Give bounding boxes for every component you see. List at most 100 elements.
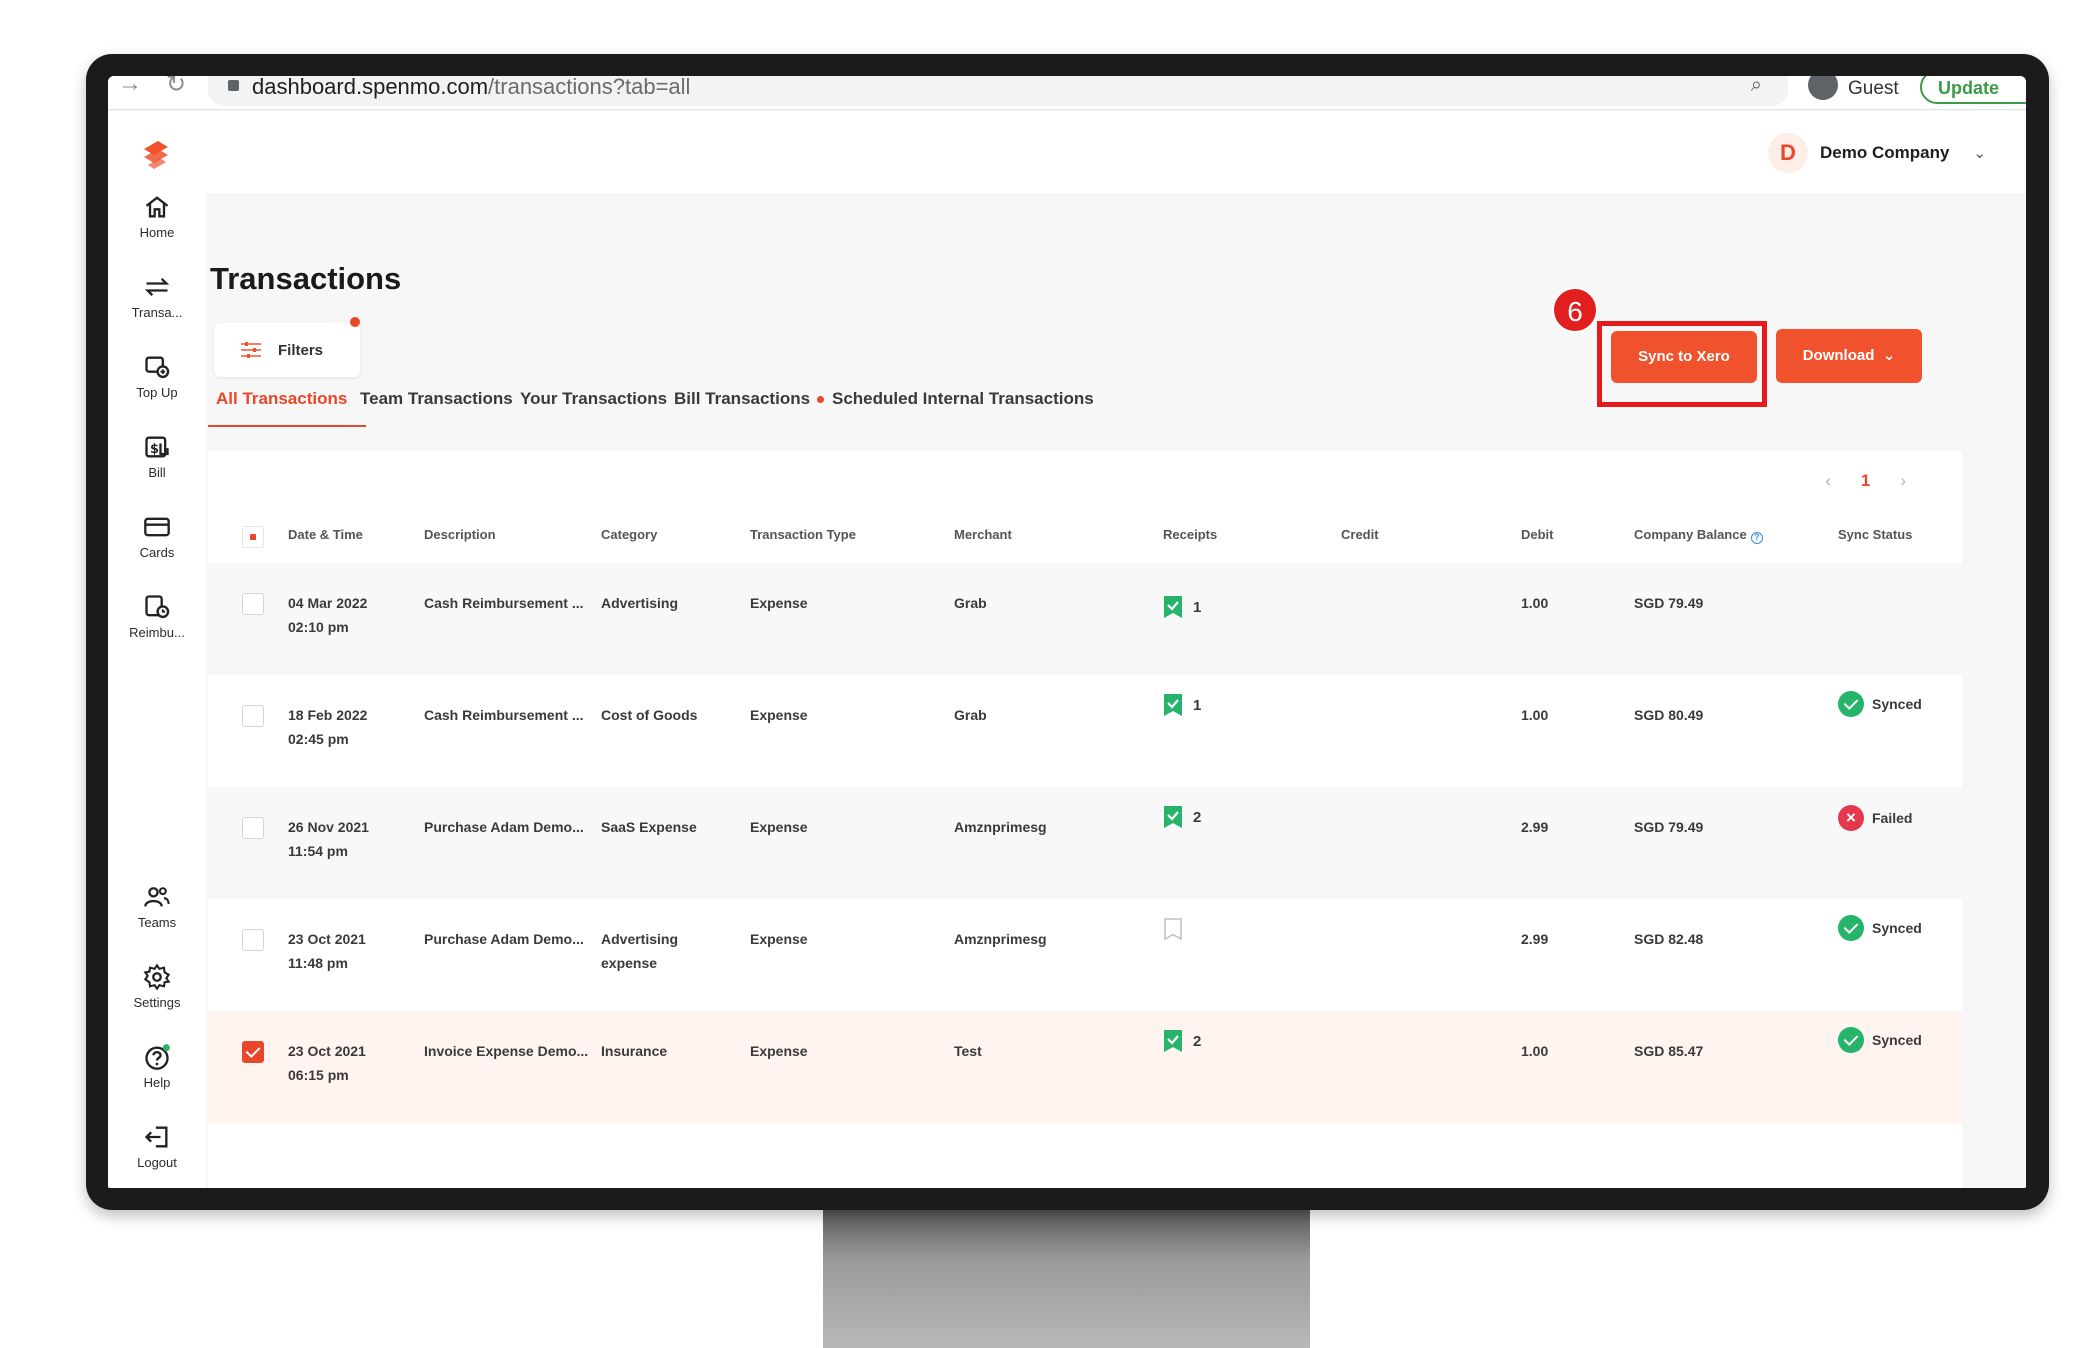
receipt-attached-icon — [1164, 694, 1182, 716]
chevron-down-icon: ⌄ — [1882, 347, 1896, 364]
sidebar-item-bill[interactable]: $ Bill — [108, 433, 206, 480]
address-bar[interactable]: dashboard.spenmo.com/transactions?tab=al… — [208, 76, 1788, 106]
download-button[interactable]: Download ⌄ — [1776, 329, 1922, 383]
column-header[interactable]: Credit — [1341, 527, 1379, 542]
lock-icon — [228, 80, 239, 91]
description-cell: Cash Reimbursement ... — [424, 707, 584, 723]
table-row[interactable]: 23 Oct 2021 06:15 pm Invoice Expense Demo… — [208, 1011, 1962, 1123]
sidebar-item-home[interactable]: Home — [108, 193, 206, 240]
row-checkbox[interactable] — [242, 929, 264, 951]
sidebar-item-settings[interactable]: Settings — [108, 963, 206, 1010]
home-icon — [145, 196, 169, 218]
tab-scheduled-internal-transactions[interactable]: Scheduled Internal Transactions — [832, 389, 1094, 409]
sidebar-item-transactions[interactable]: Transa... — [108, 273, 206, 320]
teams-icon — [144, 887, 170, 907]
row-checkbox[interactable] — [242, 705, 264, 727]
row-checkbox[interactable] — [242, 1041, 264, 1063]
company-name: Demo Company — [1820, 143, 1950, 162]
chevron-right-icon[interactable]: › — [1900, 471, 1906, 491]
column-header[interactable]: Company Balance? — [1634, 527, 1763, 544]
column-header[interactable]: Date & Time — [288, 527, 363, 542]
table-row[interactable]: 18 Feb 2022 02:45 pm Cash Reimbursement .… — [208, 675, 1962, 787]
table-row[interactable]: 23 Oct 2021 11:48 pm Purchase Adam Demo..… — [208, 899, 1962, 1011]
check-circle-icon — [1838, 1027, 1864, 1053]
column-header[interactable]: Sync Status — [1838, 527, 1912, 542]
update-button[interactable]: Update — [1920, 76, 2026, 104]
table-row[interactable]: 26 Nov 2021 11:54 pm Purchase Adam Demo..… — [208, 787, 1962, 899]
sync-status: Synced — [1838, 691, 1922, 717]
company-switcher[interactable]: D Demo Company ⌄ — [1768, 133, 1986, 173]
sidebar-item-label: Teams — [137, 915, 177, 930]
merchant-cell: Test — [954, 1043, 982, 1059]
receipts-cell[interactable]: 2 — [1163, 1029, 1201, 1053]
sidebar-item-teams[interactable]: Teams — [108, 883, 206, 930]
receipts-cell[interactable]: 1 — [1163, 693, 1201, 717]
svg-text:$: $ — [150, 442, 159, 457]
column-header[interactable]: Merchant — [954, 527, 1012, 542]
company-avatar: D — [1768, 133, 1808, 173]
tab-team-transactions[interactable]: Team Transactions — [360, 389, 513, 409]
sync-to-xero-button[interactable]: Sync to Xero — [1611, 331, 1757, 383]
tab-label: Bill Transactions — [674, 389, 811, 408]
tab-your-transactions[interactable]: Your Transactions — [520, 389, 667, 409]
profile-button[interactable]: Guest — [1808, 76, 1899, 104]
bill-icon: $ — [145, 436, 169, 458]
column-header[interactable]: Debit — [1521, 527, 1554, 542]
balance-cell: SGD 80.49 — [1634, 707, 1704, 723]
type-cell: Expense — [750, 819, 808, 835]
info-icon[interactable]: ? — [1750, 532, 1763, 544]
type-cell: Expense — [750, 595, 808, 611]
select-all-checkbox[interactable] — [242, 526, 264, 548]
description-cell: Cash Reimbursement ... — [424, 595, 584, 611]
column-header[interactable]: Transaction Type — [750, 527, 856, 542]
row-checkbox[interactable] — [242, 817, 264, 839]
help-icon — [145, 1044, 170, 1070]
sync-status: Synced — [1838, 915, 1922, 941]
sidebar-item-label: Cards — [139, 545, 175, 560]
sidebar-item-help[interactable]: Help — [108, 1043, 206, 1090]
sidebar-item-cards[interactable]: Cards — [108, 513, 206, 560]
tab-bill-transactions[interactable]: Bill Transactions — [674, 389, 825, 409]
sidebar-item-label: Top Up — [136, 385, 178, 400]
sidebar-item-logout[interactable]: Logout — [108, 1123, 206, 1170]
tab-all-transactions[interactable]: All Transactions — [216, 389, 347, 409]
filters-button[interactable]: Filters — [214, 317, 360, 377]
sidebar-item-label: Reimbu... — [129, 625, 185, 640]
forward-arrow-icon[interactable]: → — [118, 76, 142, 98]
receipts-cell[interactable]: 2 — [1163, 805, 1201, 829]
spenmo-logo-icon[interactable] — [136, 135, 176, 175]
type-cell: Expense — [750, 707, 808, 723]
column-header[interactable]: Receipts — [1163, 527, 1217, 542]
category-cell: Cost of Goods — [601, 707, 698, 723]
table-header: Date & Time Description Category Transac… — [208, 521, 1962, 557]
search-icon[interactable]: ⌕ — [1751, 76, 1762, 97]
date-cell: 04 Mar 2022 02:10 pm — [288, 595, 368, 635]
filters-active-dot — [350, 317, 360, 327]
column-header[interactable]: Category — [601, 527, 657, 542]
date-cell: 23 Oct 2021 06:15 pm — [288, 1043, 366, 1083]
active-tab-underline — [208, 425, 366, 427]
balance-cell: SGD 79.49 — [1634, 595, 1704, 611]
receipts-cell[interactable] — [1163, 917, 1183, 941]
reload-icon[interactable]: ↻ — [166, 76, 186, 99]
table-row[interactable]: 04 Mar 2022 02:10 pm Cash Reimbursement .… — [208, 563, 1962, 675]
date-cell: 23 Oct 2021 11:48 pm — [288, 931, 366, 971]
chevron-left-icon[interactable]: ‹ — [1825, 471, 1831, 491]
sidebar-item-top-up[interactable]: Top Up — [108, 353, 206, 400]
receipts-cell[interactable]: 1 — [1163, 595, 1201, 619]
sidebar-item-label: Help — [143, 1075, 171, 1090]
page-number[interactable]: 1 — [1861, 471, 1870, 491]
debit-cell: 2.99 — [1521, 931, 1549, 947]
column-header[interactable]: Description — [424, 527, 496, 542]
balance-cell: SGD 79.49 — [1634, 819, 1704, 835]
profile-label: Guest — [1848, 78, 1899, 99]
receipt-empty-icon — [1164, 918, 1182, 941]
pagination: ‹ 1 › — [1825, 471, 1906, 491]
row-checkbox[interactable] — [242, 593, 264, 615]
sidebar-item-reimbursement[interactable]: Reimbu... — [108, 593, 206, 640]
monitor-stand — [823, 1200, 1310, 1348]
logout-icon — [144, 1126, 168, 1148]
merchant-cell: Amznprimesg — [954, 931, 1047, 947]
category-cell: SaaS Expense — [601, 819, 697, 835]
step-number-badge: 6 — [1552, 287, 1598, 333]
